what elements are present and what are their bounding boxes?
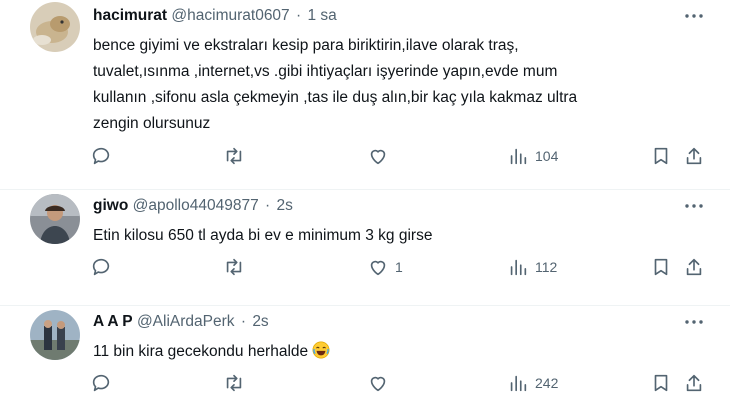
share-button[interactable] [683, 141, 705, 171]
bookmark-icon [654, 374, 668, 392]
share-icon [686, 147, 702, 165]
display-name[interactable]: hacimurat [93, 7, 167, 24]
like-icon [370, 149, 386, 165]
timestamp[interactable]: 2s [252, 313, 268, 330]
reply-button[interactable] [90, 141, 112, 171]
bookmark-icon [654, 258, 668, 276]
like-button[interactable] [367, 368, 395, 398]
more-icon[interactable] [682, 310, 706, 334]
action-bar: 104 [80, 141, 710, 171]
views-icon [510, 148, 527, 165]
display-name[interactable]: giwo [93, 197, 128, 214]
separator: · [296, 7, 302, 24]
retweet-button[interactable] [223, 252, 245, 282]
retweet-icon [226, 147, 242, 165]
tweet-text-line: zengin olursunuz [93, 115, 211, 132]
views-icon [510, 375, 527, 392]
views-button[interactable]: 242 [507, 368, 558, 398]
tweet-text-content: 11 bin kira gecekondu herhalde [93, 343, 309, 360]
reply-icon [92, 374, 110, 392]
tweet-text: 11 bin kira gecekondu herhalde [93, 339, 693, 365]
tweet-text-line: kullanın ,sifonu asla çekmeyin ,tas ile … [93, 89, 578, 106]
tweet-text-line: 11 bin kira gecekondu herhalde [93, 339, 693, 365]
retweet-button[interactable] [223, 141, 245, 171]
reply-icon [92, 258, 110, 276]
user-handle[interactable]: @hacimurat0607 [171, 7, 289, 24]
bookmark-button[interactable] [650, 252, 672, 282]
tweet-header: A A P @AliArdaPerk · 2s [93, 313, 269, 331]
views-button[interactable]: 104 [507, 141, 558, 171]
tweet-text: Etin kilosu 650 tl ayda bi ev e minimum … [93, 223, 693, 249]
action-bar: 1 112 [80, 252, 710, 282]
like-icon [370, 376, 386, 392]
action-bar: 242 [80, 368, 710, 398]
reply-icon [92, 147, 110, 165]
tweet[interactable]: hacimurat @hacimurat0607 · 1 sa bence gi… [0, 0, 730, 190]
avatar[interactable] [30, 310, 80, 360]
bookmark-button[interactable] [650, 368, 672, 398]
like-icon [370, 260, 386, 276]
tweet[interactable]: A A P @AliArdaPerk · 2s 11 bin kira gece… [0, 306, 730, 420]
view-count: 104 [535, 148, 559, 164]
like-button[interactable]: 1 [367, 252, 403, 282]
retweet-icon [226, 258, 242, 276]
joy-emoji-icon [312, 341, 330, 359]
share-button[interactable] [683, 368, 705, 398]
tweet-text-line: bence giyimi ve ekstraları kesip para bi… [93, 37, 519, 54]
views-button[interactable]: 112 [507, 252, 557, 282]
tweet-header: giwo @apollo44049877 · 2s [93, 197, 293, 215]
timestamp[interactable]: 2s [277, 197, 293, 214]
like-button[interactable] [367, 141, 395, 171]
share-icon [686, 258, 702, 276]
tweet-text-line: Etin kilosu 650 tl ayda bi ev e minimum … [93, 227, 433, 244]
views-icon [510, 259, 527, 276]
timestamp[interactable]: 1 sa [307, 7, 336, 24]
more-icon[interactable] [682, 194, 706, 218]
separator: · [265, 197, 271, 214]
avatar[interactable] [30, 194, 80, 244]
tweet[interactable]: giwo @apollo44049877 · 2s Etin kilosu 65… [0, 190, 730, 306]
view-count: 112 [535, 259, 558, 275]
reply-button[interactable] [90, 252, 112, 282]
tweet-header: hacimurat @hacimurat0607 · 1 sa [93, 7, 337, 25]
share-icon [686, 374, 702, 392]
retweet-button[interactable] [223, 368, 245, 398]
separator: · [240, 313, 246, 330]
bookmark-button[interactable] [650, 141, 672, 171]
bookmark-icon [654, 147, 668, 165]
retweet-icon [226, 374, 242, 392]
more-icon[interactable] [682, 4, 706, 28]
reply-button[interactable] [90, 368, 112, 398]
view-count: 242 [535, 375, 559, 391]
user-handle[interactable]: @AliArdaPerk [137, 313, 235, 330]
display-name[interactable]: A A P [93, 313, 133, 330]
tweet-text: bence giyimi ve ekstraları kesip para bi… [93, 33, 693, 137]
like-count: 1 [395, 259, 403, 275]
tweet-text-line: tuvalet,ısınma ,internet,vs .gibi ihtiya… [93, 63, 558, 80]
share-button[interactable] [683, 252, 705, 282]
avatar[interactable] [30, 2, 80, 52]
user-handle[interactable]: @apollo44049877 [133, 197, 259, 214]
